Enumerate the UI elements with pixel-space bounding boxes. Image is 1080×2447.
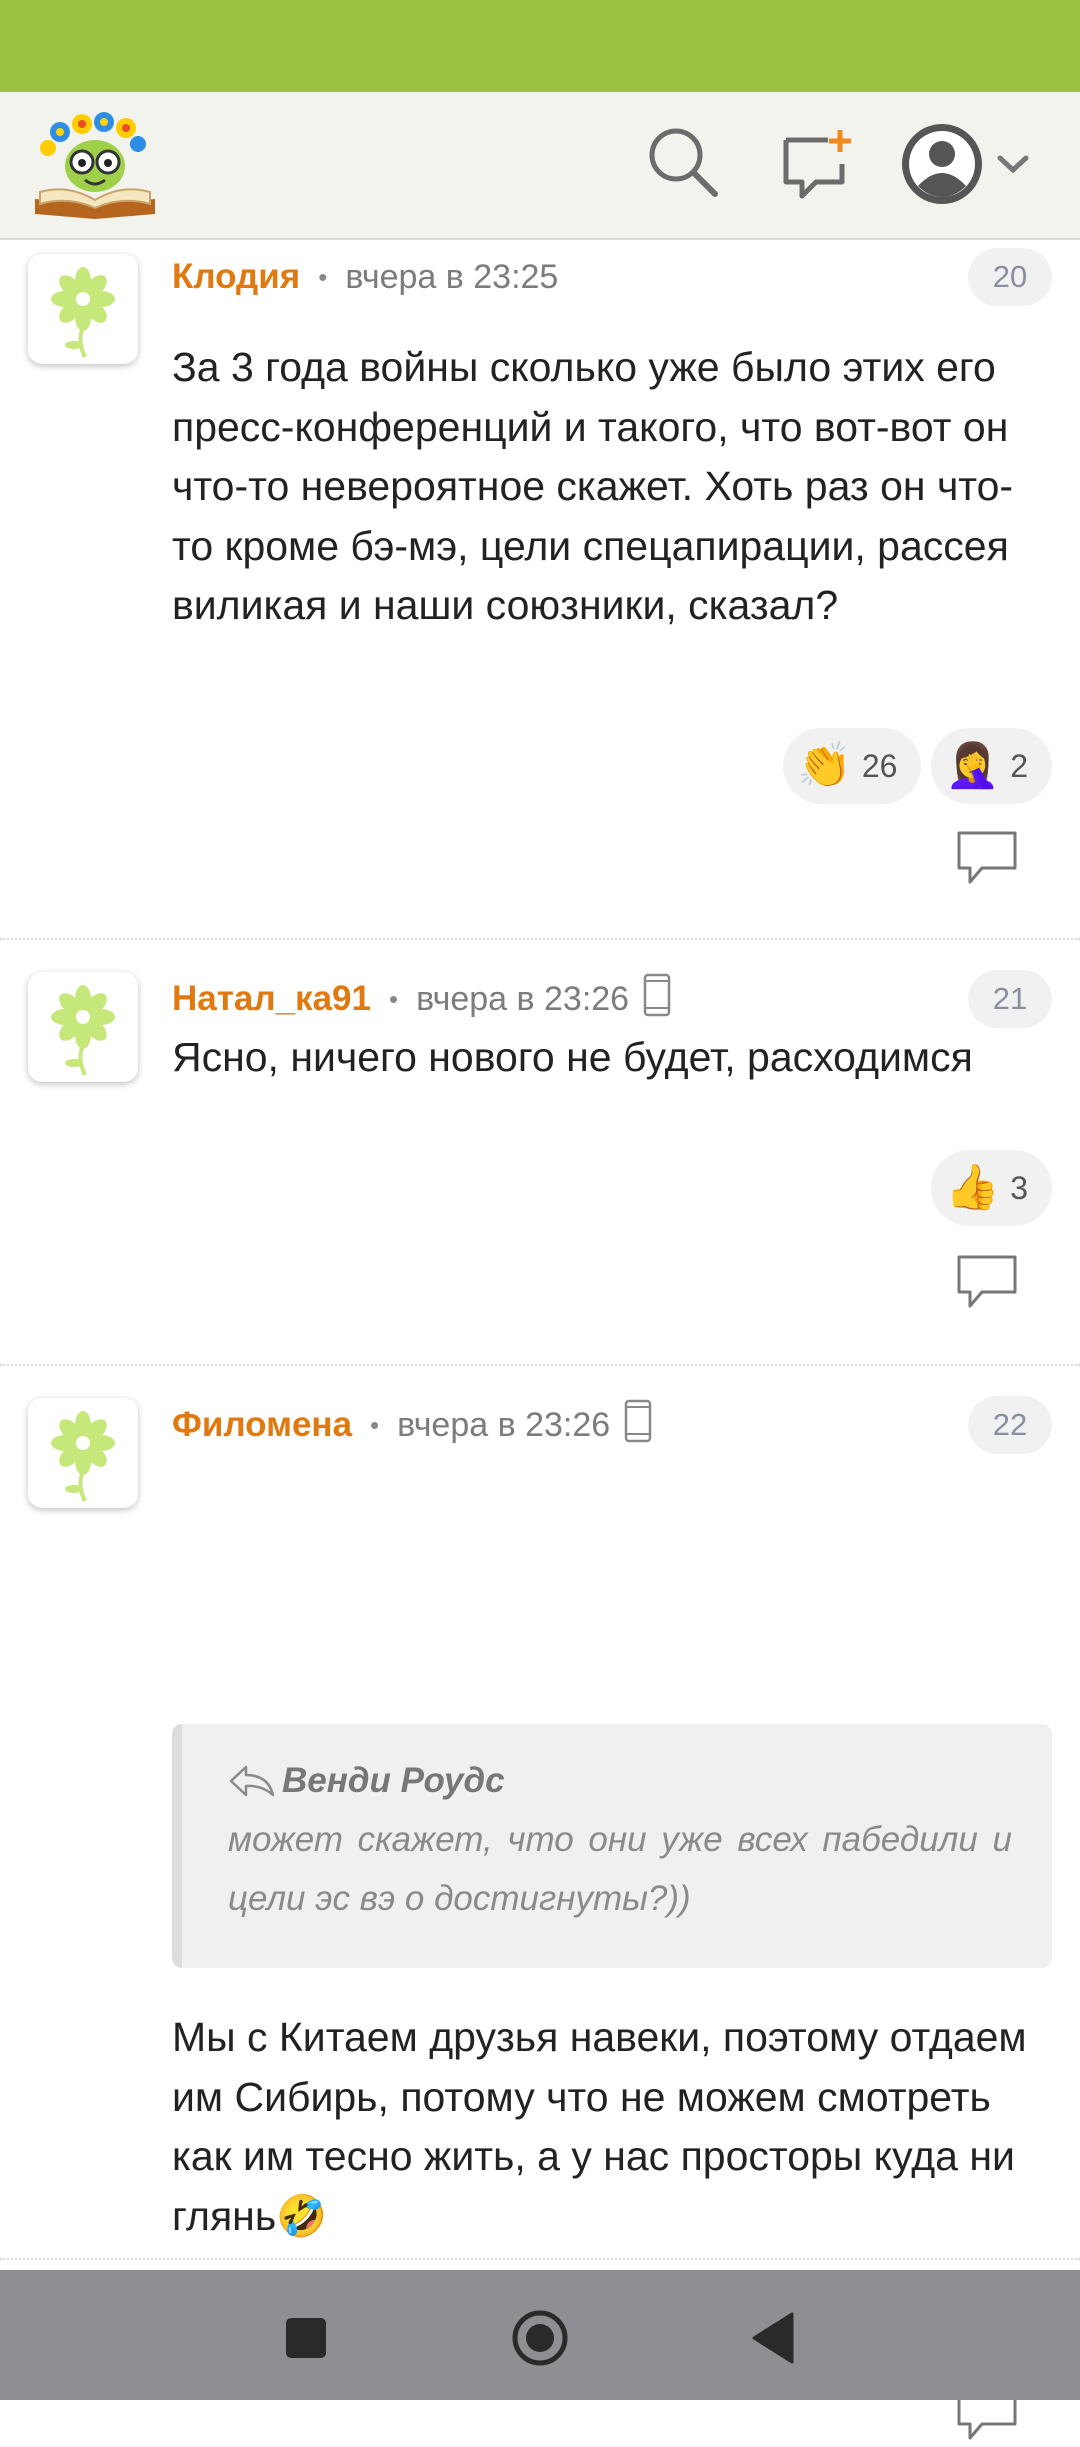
comment-time[interactable]: вчера в 23:26 <box>397 1406 610 1445</box>
comment: Филомена • вчера в 23:26 22 Венди Роудс … <box>0 1368 1080 2440</box>
quote-header: Венди Роудс <box>228 1752 1012 1810</box>
comment: Натал_ка91 • вчера в 23:26 21 Ясно, ниче… <box>0 942 1080 1366</box>
profile-menu-button[interactable] <box>900 120 1040 210</box>
recent-apps-button[interactable] <box>268 2300 344 2381</box>
comment-text: Ясно, ничего нового не будет, расходимся <box>172 1034 973 1080</box>
reactions: 👍 3 <box>931 1150 1052 1226</box>
comment-number[interactable]: 21 <box>968 970 1052 1028</box>
avatar[interactable] <box>28 1398 138 1508</box>
reaction-clap[interactable]: 👏 26 <box>783 728 922 804</box>
user-avatar-icon <box>902 124 982 204</box>
mobile-device-icon <box>643 973 671 1026</box>
flower-avatar-icon <box>51 267 115 358</box>
home-circle-icon <box>512 2310 568 2366</box>
quote-author: Венди Роудс <box>282 1761 505 1800</box>
reply-bubble-icon <box>957 831 1017 884</box>
comment-time[interactable]: вчера в 23:26 <box>416 980 629 1019</box>
comment-author[interactable]: Филомена <box>172 1405 352 1445</box>
comment-author[interactable]: Натал_ка91 <box>172 979 371 1019</box>
clapping-hands-icon: 👏 <box>797 741 852 790</box>
comment-number[interactable]: 20 <box>968 248 1052 306</box>
search-button[interactable] <box>645 124 721 200</box>
mobile-device-icon <box>624 1399 652 1452</box>
separator-dot: • <box>318 261 328 292</box>
reaction-count: 3 <box>1010 1169 1028 1206</box>
comment-text: За 3 года войны сколько уже было этих ег… <box>172 344 1014 628</box>
quote-text: может скажет, что они уже всех пабедили … <box>228 1820 1012 1918</box>
app-header <box>0 92 1080 240</box>
separator-dot: • <box>370 1409 380 1440</box>
quoted-comment[interactable]: Венди Роудс может скажет, что они уже вс… <box>172 1724 1052 1968</box>
square-icon <box>286 2318 326 2358</box>
reply-button[interactable] <box>956 830 1018 886</box>
comment-author[interactable]: Клодия <box>172 257 300 297</box>
reaction-facepalm[interactable]: 🤦‍♀️ 2 <box>931 728 1052 804</box>
reaction-count: 2 <box>1010 747 1028 784</box>
reply-bubble-icon <box>957 1255 1017 1308</box>
comment-time[interactable]: вчера в 23:25 <box>345 258 558 297</box>
avatar[interactable] <box>28 972 138 1082</box>
system-navigation-bar <box>0 2270 1080 2400</box>
separator-dot: • <box>388 983 399 1014</box>
new-post-button[interactable] <box>778 128 854 204</box>
reaction-count: 26 <box>861 747 898 784</box>
reply-arrow-icon <box>229 1765 275 1797</box>
home-button[interactable] <box>502 2300 578 2381</box>
flower-avatar-icon <box>51 985 115 1076</box>
back-triangle-icon <box>752 2312 794 2364</box>
comment-number[interactable]: 22 <box>968 1396 1052 1454</box>
comment: Клодия • вчера в 23:25 20 За 3 года войн… <box>0 240 1080 940</box>
comment-meta: Натал_ка91 • вчера в 23:26 <box>172 973 671 1026</box>
comment-text: Мы с Китаем друзья навеки, поэтому отдае… <box>172 2014 1027 2239</box>
thumbs-up-icon: 👍 <box>945 1163 1001 1212</box>
avatar[interactable] <box>28 254 138 364</box>
comment-meta: Клодия • вчера в 23:25 <box>172 252 558 302</box>
site-logo[interactable] <box>30 104 160 224</box>
reaction-thumbs-up[interactable]: 👍 3 <box>931 1150 1052 1226</box>
reactions: 👏 26 🤦‍♀️ 2 <box>783 728 1052 804</box>
add-comment-icon <box>783 130 851 199</box>
back-button[interactable] <box>736 2300 812 2381</box>
comment-meta: Филомена • вчера в 23:26 <box>172 1399 652 1452</box>
chevron-down-icon <box>997 155 1029 174</box>
facepalm-icon: 🤦‍♀️ <box>945 741 1001 790</box>
search-icon <box>649 128 718 197</box>
status-bar <box>0 0 1080 92</box>
reply-button[interactable] <box>956 1254 1018 1310</box>
flower-avatar-icon <box>51 1411 115 1502</box>
